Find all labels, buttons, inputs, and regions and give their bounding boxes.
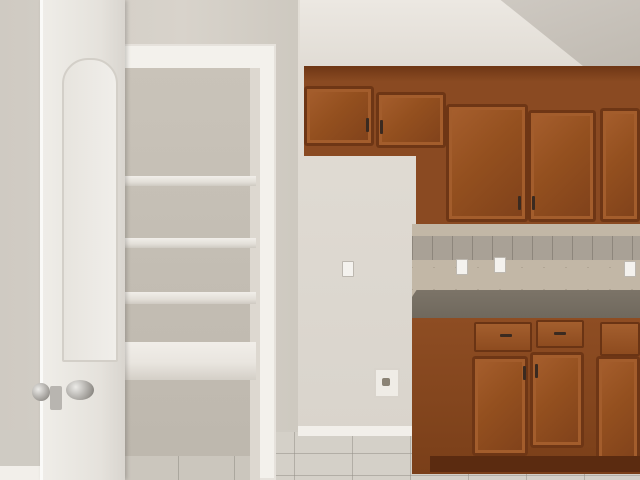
baseboard [298, 426, 414, 436]
pantry-shelf [120, 176, 256, 186]
cabinet-drawer[interactable] [474, 322, 532, 352]
door-arched-panel [62, 58, 118, 362]
drawer-handle-icon [500, 334, 512, 337]
tile-backsplash [412, 224, 640, 296]
door-knob-icon[interactable] [66, 380, 94, 400]
cabinet-handle-icon [366, 118, 369, 132]
cabinet-handle-icon [523, 366, 526, 380]
lower-cabinet-door[interactable] [530, 352, 584, 448]
cabinet-door[interactable] [376, 92, 446, 148]
kitchen-photo [0, 0, 640, 480]
cabinet-drawer[interactable] [600, 322, 640, 356]
door-latch-plate [50, 386, 62, 410]
pantry-interior [118, 68, 258, 480]
cabinet-handle-icon [518, 196, 521, 210]
wall-outlet-icon [494, 257, 506, 273]
cabinet-door[interactable] [600, 108, 640, 222]
pantry-floor [122, 456, 250, 480]
ice-maker-box [374, 368, 400, 398]
cabinet-handle-icon [380, 120, 383, 134]
pantry-side-wall [250, 68, 260, 480]
cabinet-toe-kick [430, 456, 640, 472]
wall-outlet-icon [624, 261, 636, 277]
pantry-shelf [120, 342, 256, 380]
cabinet-door[interactable] [304, 86, 374, 146]
cabinet-handle-icon [535, 364, 538, 378]
wall-outlet-icon [342, 261, 354, 277]
door-knob-icon[interactable] [32, 383, 50, 401]
backsplash-accent-band [412, 236, 640, 260]
pantry-shelf [120, 238, 256, 248]
lower-cabinet-door[interactable] [472, 356, 528, 456]
cabinet-handle-icon [532, 196, 535, 210]
cabinet-door[interactable] [528, 110, 596, 222]
drawer-handle-icon [554, 332, 566, 335]
wall-outlet-icon [456, 259, 468, 275]
lower-cabinet-door[interactable] [596, 356, 640, 466]
pantry-shelf [120, 292, 256, 304]
cabinet-crown-molding [304, 66, 640, 82]
cabinet-door[interactable] [446, 104, 528, 222]
